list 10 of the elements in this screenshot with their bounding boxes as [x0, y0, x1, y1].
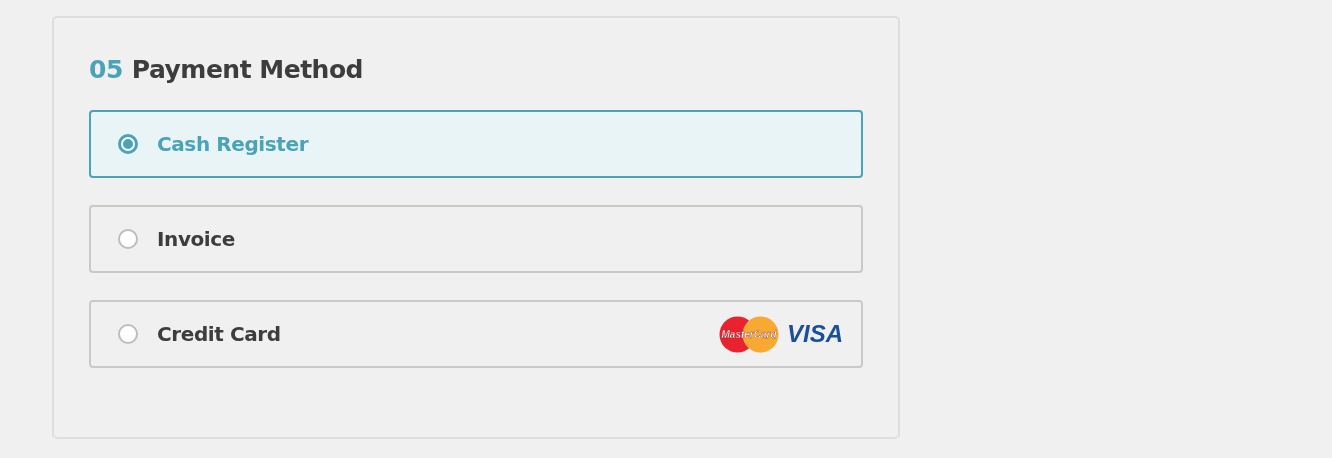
radio-button[interactable]	[118, 134, 138, 154]
radio-button[interactable]	[118, 229, 138, 249]
radio-button[interactable]	[118, 324, 138, 344]
card-logo: VISA	[787, 320, 843, 348]
section-number: 05	[89, 55, 123, 84]
payment-option[interactable]: Invoice	[89, 205, 863, 273]
option-label: Credit Card	[157, 322, 281, 346]
section-title: Payment Method	[131, 55, 363, 84]
option-label: Invoice	[157, 227, 235, 251]
option-label: Cash Register	[157, 132, 309, 156]
